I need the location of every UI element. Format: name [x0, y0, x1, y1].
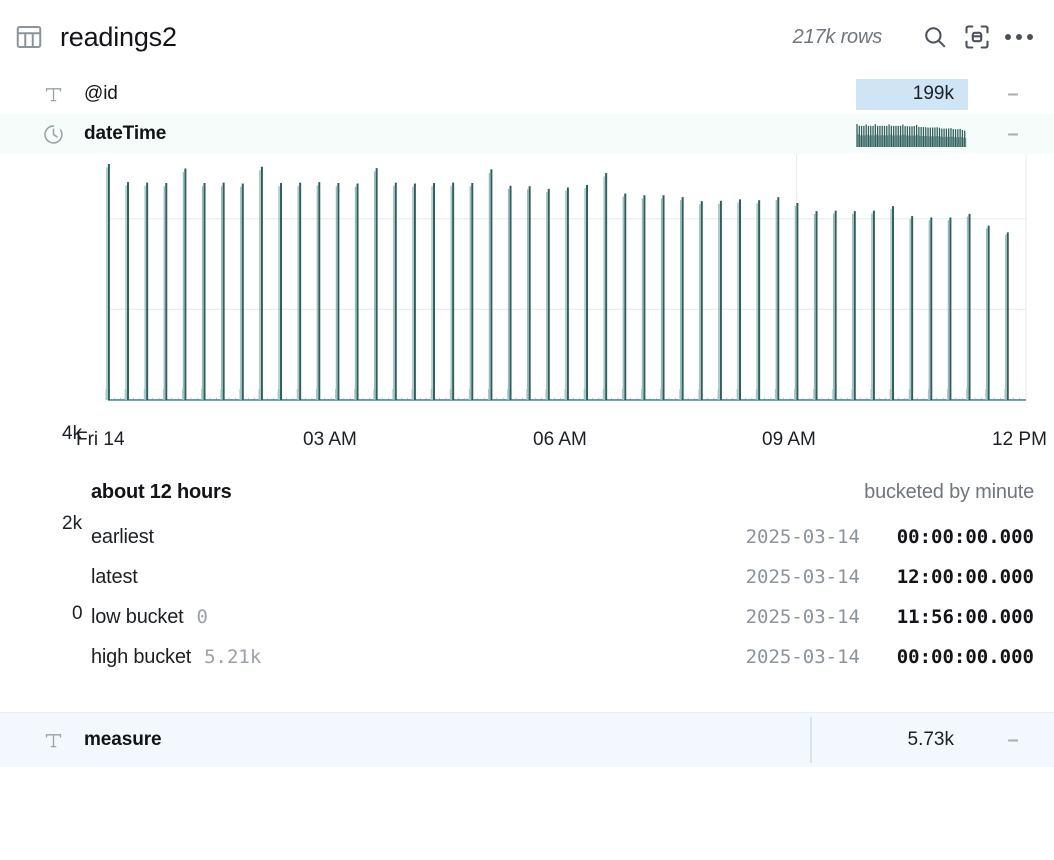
x-tick-2: 06 AM	[533, 429, 587, 450]
field-trailing-dash-id[interactable]: –	[990, 84, 1036, 104]
bucket-label: bucketed by minute	[864, 481, 1034, 503]
stat-time: 00:00:00.000	[896, 646, 1034, 668]
x-tick-1: 03 AM	[303, 429, 357, 450]
stats-list: earliest 2025-03-14 00:00:00.000 latest …	[0, 526, 1054, 686]
y-tick-2k: 2k	[62, 513, 83, 534]
stat-row-low-bucket: low bucket 0 2025-03-14 11:56:00.000	[91, 606, 1034, 646]
focus-record-icon[interactable]	[960, 20, 994, 54]
field-row-id[interactable]: @id 199k –	[0, 74, 1054, 114]
field-sparkline-datetime[interactable]	[856, 121, 968, 147]
stat-label: latest	[91, 566, 138, 588]
table-icon	[14, 22, 44, 52]
field-name-datetime: dateTime	[84, 123, 167, 144]
text-type-icon	[40, 84, 66, 105]
stat-extra: 5.21k	[204, 646, 262, 668]
field-row-measure[interactable]: measure 5.73k –	[0, 713, 1054, 767]
clock-type-icon	[40, 123, 66, 146]
field-value-measure[interactable]: 5.73k	[856, 729, 968, 751]
panel-header: readings2 217k rows	[0, 0, 1054, 74]
more-dots	[1005, 34, 1033, 40]
row-count-label: 217k rows	[792, 25, 883, 48]
page-title: readings2	[60, 21, 177, 52]
stat-label: high bucket	[91, 646, 192, 668]
field-trailing-dash-measure[interactable]: –	[990, 730, 1036, 750]
stat-row-earliest: earliest 2025-03-14 00:00:00.000	[91, 526, 1034, 566]
stat-date: 2025-03-14	[745, 606, 860, 628]
field-name-id: @id	[84, 83, 118, 104]
y-tick-0: 0	[72, 603, 83, 624]
stat-date: 2025-03-14	[745, 566, 860, 588]
x-axis: Fri 14 03 AM 06 AM 09 AM 12 PM	[0, 429, 1054, 463]
stat-date: 2025-03-14	[745, 526, 860, 548]
stat-time: 00:00:00.000	[896, 526, 1034, 548]
stat-time: 11:56:00.000	[896, 606, 1034, 628]
histogram-chart[interactable]: 4k 2k 0	[0, 154, 1054, 624]
text-type-icon	[40, 730, 66, 751]
datetime-detail-panel: 4k 2k 0 Fri 14 03 AM 06 AM 09 AM 12 PM a…	[0, 154, 1054, 713]
x-tick-4: 12 PM	[992, 429, 1047, 450]
field-summary-panel: readings2 217k rows @id 199k – dateTime …	[0, 0, 1054, 860]
stat-row-high-bucket: high bucket 5.21k 2025-03-14 00:00:00.00…	[91, 646, 1034, 686]
measure-divider	[810, 717, 812, 763]
x-tick-0: Fri 14	[76, 429, 125, 450]
more-options-icon[interactable]	[1002, 20, 1036, 54]
search-icon[interactable]	[918, 20, 952, 54]
field-row-datetime[interactable]: dateTime –	[0, 114, 1054, 154]
stat-row-latest: latest 2025-03-14 12:00:00.000	[91, 566, 1034, 606]
stat-time: 12:00:00.000	[896, 566, 1034, 588]
x-tick-3: 09 AM	[762, 429, 816, 450]
field-name-measure: measure	[84, 729, 162, 750]
stat-extra: 0	[196, 606, 208, 628]
summary-line: about 12 hours bucketed by minute	[0, 481, 1054, 504]
field-trailing-dash-datetime[interactable]: –	[990, 124, 1036, 144]
stat-label: low bucket	[91, 606, 184, 628]
histogram-svg	[105, 154, 1027, 401]
duration-label: about 12 hours	[91, 481, 232, 503]
stat-label: earliest	[91, 526, 154, 548]
field-value-id[interactable]: 199k	[856, 78, 968, 110]
stat-date: 2025-03-14	[745, 646, 860, 668]
